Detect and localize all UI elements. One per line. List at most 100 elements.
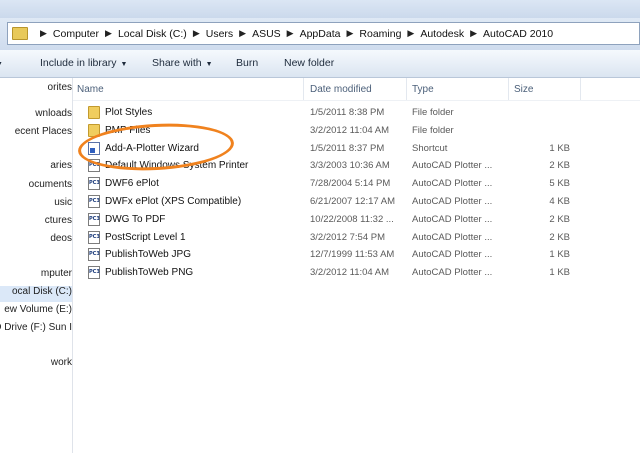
nav-item[interactable]: D Drive (F:) Sun I [0,322,72,338]
file-type: AutoCAD Plotter ... [412,160,493,172]
breadcrumb-item[interactable]: AutoCAD 2010 [483,28,553,40]
file-name: Default Windows System Printer [105,160,249,172]
file-row[interactable]: PC3 DWFx ePlot (XPS Compatible) 6/21/2007 … [73,193,640,211]
folder-icon [88,123,100,137]
column-divider[interactable] [580,78,581,100]
file-name: DWG To PDF [105,213,166,225]
file-size: 1 KB [549,267,570,279]
column-divider[interactable] [406,78,407,100]
breadcrumb-item[interactable]: Autodesk [420,28,464,40]
file-row[interactable]: PC3 DWF6 ePlot 7/28/2004 5:14 PM AutoCAD Pl… [73,175,640,193]
chevron-right-icon[interactable]: ▶ [239,28,246,39]
include-in-library-button[interactable]: Include in library ▼ [40,57,127,69]
chevron-right-icon[interactable]: ▶ [470,28,477,39]
nav-item[interactable]: ew Volume (E:) [0,304,72,320]
nav-item[interactable]: usic [0,197,72,213]
file-date: 3/3/2003 10:36 AM [310,160,390,172]
file-row[interactable]: PMP Files 3/2/2012 11:04 AM File folder [73,122,640,140]
chevron-down-icon: ▼ [120,61,128,68]
burn-label: Burn [236,57,259,69]
nav-item-label: mputer [40,268,72,279]
column-divider[interactable] [303,78,304,100]
file-name: PMP Files [105,124,151,136]
breadcrumb-item[interactable]: Roaming [359,28,401,40]
file-type: AutoCAD Plotter ... [412,178,493,190]
pc3-file-icon: PC3 [88,266,100,280]
window-top-strip [0,0,640,18]
nav-item[interactable]: mputer [0,268,72,284]
breadcrumb-item[interactable]: Computer [53,28,99,40]
breadcrumb-item[interactable]: AppData [300,28,341,40]
nav-item[interactable]: ocuments [0,179,72,195]
nav-item[interactable]: ctures [0,215,72,231]
file-name: Add-A-Plotter Wizard [105,142,199,154]
chevron-right-icon[interactable]: ▶ [287,28,294,39]
chevron-right-icon[interactable]: ▶ [346,28,353,39]
new-folder-button[interactable]: New folder [284,57,334,69]
column-header-name[interactable]: Name [73,78,303,100]
column-name-label: Name [77,83,104,95]
file-size: 1 KB [549,249,570,261]
nav-item[interactable]: orites [0,82,72,98]
burn-button[interactable]: Burn [236,57,258,69]
file-row[interactable]: PC3 PublishToWeb JPG 12/7/1999 11:53 AM Aut… [73,246,640,264]
chevron-right-icon[interactable]: ▶ [40,28,47,39]
file-size: 2 KB [549,160,570,172]
nav-item-label: ocal Disk (C:) [11,286,72,297]
nav-item-label: aries [50,160,72,171]
file-row[interactable]: PC3 Default Windows System Printer 3/3/200… [73,157,640,175]
file-size: 1 KB [549,142,570,154]
column-header-date[interactable]: Date modified [306,78,406,100]
file-date: 12/7/1999 11:53 AM [310,249,395,261]
file-type: AutoCAD Plotter ... [412,196,493,207]
file-name: DWFx ePlot (XPS Compatible) [105,196,242,207]
nav-item[interactable]: ecent Places [0,126,72,142]
nav-item[interactable]: deos [0,233,72,249]
chevron-down-icon: ▼ [205,61,213,68]
navigation-pane: orites wnloads ecent Places aries ocuments us… [0,78,73,453]
breadcrumb-item[interactable]: ASUS [252,28,281,40]
column-type-label: Type [412,83,434,95]
chevron-right-icon[interactable]: ▶ [105,28,112,39]
file-date: 1/5/2011 8:37 PM [310,142,385,154]
column-header-size[interactable]: Size [510,78,580,100]
pc3-file-icon: PC3 [88,177,100,191]
chevron-right-icon[interactable]: ▶ [193,28,200,39]
file-name: PublishToWeb JPG [105,249,191,261]
nav-item[interactable]: aries [0,160,72,176]
file-row[interactable]: PC3 PublishToWeb PNG 3/2/2012 11:04 AM Auto… [73,264,640,282]
column-divider[interactable] [508,78,509,100]
shortcut-icon [88,141,100,155]
organize-button-partial[interactable]: ▼ [0,57,3,69]
nav-item[interactable]: ocal Disk (C:) [0,286,72,302]
nav-item-label: ctures [44,215,72,226]
file-size: 5 KB [549,178,570,190]
breadcrumb-item[interactable]: Local Disk (C:) [118,28,187,40]
share-with-button[interactable]: Share with ▼ [152,57,213,69]
header-divider [73,100,640,101]
column-header-type[interactable]: Type [408,78,508,100]
file-type: AutoCAD Plotter ... [412,231,493,243]
share-with-label: Share with [152,57,202,69]
file-row[interactable]: PC3 PostScript Level 1 3/2/2012 7:54 PM Aut… [73,229,640,247]
pc3-file-icon: PC3 [88,230,100,244]
pc3-file-icon: PC3 [88,159,100,173]
nav-item-label: ew Volume (E:) [4,304,72,315]
nav-item-label: usic [54,197,72,208]
folder-icon [12,27,28,40]
nav-item[interactable]: work [0,357,72,373]
chevron-right-icon[interactable]: ▶ [407,28,414,39]
nav-item[interactable]: wnloads [0,108,72,124]
file-date: 7/28/2004 5:14 PM [310,178,391,190]
address-bar[interactable]: ▶ Computer ▶ Local Disk (C:) ▶ Users ▶ ASUS ▶ App… [7,22,640,45]
file-size: 2 KB [549,231,570,243]
file-date: 6/21/2007 12:17 AM [310,196,396,207]
file-row[interactable]: Plot Styles 1/5/2011 8:38 PM File folder [73,104,640,122]
file-row[interactable]: Add-A-Plotter Wizard 1/5/2011 8:37 PM Shor… [73,140,640,158]
folder-icon [88,106,100,119]
file-date: 1/5/2011 8:38 PM [310,107,385,118]
file-row[interactable]: PC3 DWG To PDF 10/22/2008 11:32 ... AutoCAD… [73,211,640,229]
file-type: AutoCAD Plotter ... [412,213,493,225]
breadcrumb-item[interactable]: Users [206,28,233,40]
file-type: AutoCAD Plotter ... [412,249,493,261]
